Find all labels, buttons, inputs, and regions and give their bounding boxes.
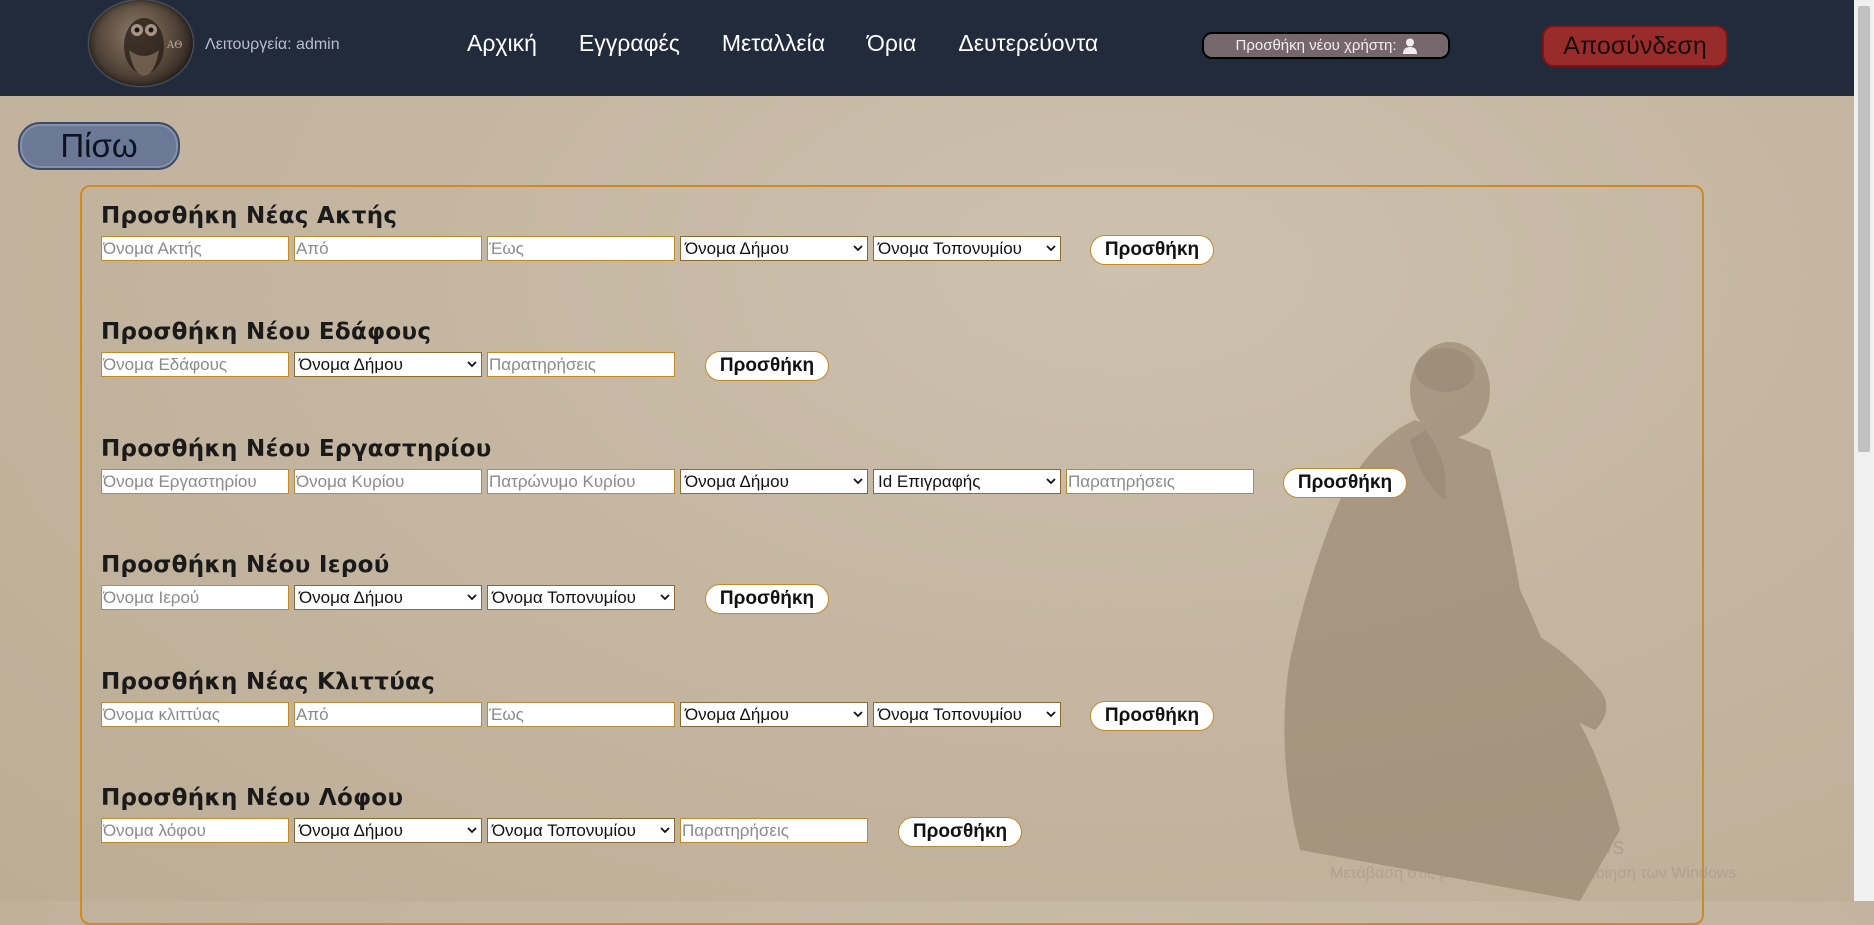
top-navbar: ΑΘ Λειτουργεία: admin Αρχική Εγγραφές Με… [0, 0, 1854, 96]
section-add-hill: Προσθήκη Νέου Λόφου Όνομα Δήμου Όνομα Το… [101, 785, 1022, 847]
section-title: Προσθήκη Νέας Κλιττύας [101, 669, 436, 695]
windows-activation-watermark: Ενεργοποιήστε τα Windows Μετάβαση στις ρ… [1330, 833, 1741, 883]
select-value: Όνομα Δήμου [685, 472, 789, 491]
select-value: Όνομα Δήμου [685, 705, 789, 724]
watermark-title: Ενεργοποιήστε τα Windows [1330, 833, 1625, 860]
notes-input[interactable] [1066, 469, 1254, 494]
section-add-workshop: Προσθήκη Νέου Εργαστηρίου Όνομα Δήμου Id… [101, 436, 1407, 498]
chevron-down-icon [1046, 478, 1056, 485]
scrollbar-thumb[interactable] [1858, 6, 1870, 452]
to-input[interactable] [487, 236, 675, 261]
select-value: Όνομα Τοπονυμίου [878, 239, 1022, 258]
add-user-button[interactable]: Προσθήκη νέου χρήστη: [1202, 32, 1450, 59]
chevron-down-icon [1046, 245, 1056, 252]
section-add-soil: Προσθήκη Νέου Εδάφους Όνομα Δήμου Προσθή… [101, 319, 829, 381]
role-label: Λειτουργεία: admin [205, 36, 340, 53]
select-value: Όνομα Δήμου [299, 821, 403, 840]
municipality-select[interactable]: Όνομα Δήμου [680, 236, 868, 261]
chevron-down-icon [660, 827, 670, 834]
add-hill-button[interactable]: Προσθήκη [898, 817, 1022, 847]
section-add-sanctuary: Προσθήκη Νέου Ιερού Όνομα Δήμου Όνομα Το… [101, 552, 829, 614]
svg-text:ΑΘ: ΑΘ [166, 40, 182, 51]
owner-name-input[interactable] [294, 469, 482, 494]
select-value: Όνομα Τοπονυμίου [878, 705, 1022, 724]
chevron-down-icon [1046, 711, 1056, 718]
watermark-subtitle: Μετάβαση στις ρυθμίσεις για ενεργοποίηση… [1330, 865, 1741, 882]
nav-home[interactable]: Αρχική [467, 30, 537, 57]
chevron-down-icon [853, 478, 863, 485]
municipality-select[interactable]: Όνομα Δήμου [680, 702, 868, 727]
workshop-name-input[interactable] [101, 469, 289, 494]
select-value: Όνομα Τοπονυμίου [492, 821, 636, 840]
user-icon [1402, 38, 1417, 54]
section-add-slope: Προσθήκη Νέας Κλιττύας Όνομα Δήμου Όνομα… [101, 669, 1214, 731]
owl-coin-logo[interactable]: ΑΘ [89, 0, 193, 86]
owner-patronymic-input[interactable] [487, 469, 675, 494]
main-nav: Αρχική Εγγραφές Μεταλλεία Όρια Δευτερεύο… [467, 30, 1098, 57]
section-title: Προσθήκη Νέου Εδάφους [101, 319, 432, 345]
vertical-scrollbar[interactable] [1854, 0, 1874, 901]
nav-mines[interactable]: Μεταλλεία [722, 30, 825, 57]
add-sanctuary-button[interactable]: Προσθήκη [705, 584, 829, 614]
nav-records[interactable]: Εγγραφές [579, 30, 680, 57]
logout-button[interactable]: Αποσύνδεση [1542, 25, 1728, 67]
section-title: Προσθήκη Νέου Εργαστηρίου [101, 436, 492, 462]
coast-name-input[interactable] [101, 236, 289, 261]
toponym-select[interactable]: Όνομα Τοπονυμίου [487, 818, 675, 843]
slope-name-input[interactable] [101, 702, 289, 727]
select-value: Όνομα Δήμου [299, 588, 403, 607]
nav-boundaries[interactable]: Όρια [867, 30, 916, 57]
back-button[interactable]: Πίσω [18, 122, 180, 170]
toponym-select[interactable]: Όνομα Τοπονυμίου [873, 702, 1061, 727]
notes-input[interactable] [487, 352, 675, 377]
chevron-down-icon [467, 594, 477, 601]
add-workshop-button[interactable]: Προσθήκη [1283, 468, 1407, 498]
toponym-select[interactable]: Όνομα Τοπονυμίου [873, 236, 1061, 261]
to-input[interactable] [487, 702, 675, 727]
select-value: Id Επιγραφής [878, 472, 981, 491]
add-slope-button[interactable]: Προσθήκη [1090, 701, 1214, 731]
chevron-down-icon [660, 594, 670, 601]
notes-input[interactable] [680, 818, 868, 843]
municipality-select[interactable]: Όνομα Δήμου [294, 818, 482, 843]
add-soil-button[interactable]: Προσθήκη [705, 351, 829, 381]
municipality-select[interactable]: Όνομα Δήμου [294, 352, 482, 377]
section-title: Προσθήκη Νέου Λόφου [101, 785, 404, 811]
section-title: Προσθήκη Νέου Ιερού [101, 552, 390, 578]
inscription-id-select[interactable]: Id Επιγραφής [873, 469, 1061, 494]
select-value: Όνομα Δήμου [299, 355, 403, 374]
toponym-select[interactable]: Όνομα Τοπονυμίου [487, 585, 675, 610]
chevron-down-icon [853, 711, 863, 718]
chevron-down-icon [853, 245, 863, 252]
chevron-down-icon [467, 361, 477, 368]
select-value: Όνομα Δήμου [685, 239, 789, 258]
soil-name-input[interactable] [101, 352, 289, 377]
nav-secondary[interactable]: Δευτερεύοντα [958, 30, 1098, 57]
section-add-coast: Προσθήκη Νέας Ακτής Όνομα Δήμου Όνομα Το… [101, 203, 1214, 265]
add-coast-button[interactable]: Προσθήκη [1090, 235, 1214, 265]
from-input[interactable] [294, 236, 482, 261]
from-input[interactable] [294, 702, 482, 727]
sanctuary-name-input[interactable] [101, 585, 289, 610]
section-title: Προσθήκη Νέας Ακτής [101, 203, 398, 229]
add-user-label: Προσθήκη νέου χρήστη: [1235, 37, 1397, 54]
chevron-down-icon [467, 827, 477, 834]
municipality-select[interactable]: Όνομα Δήμου [294, 585, 482, 610]
municipality-select[interactable]: Όνομα Δήμου [680, 469, 868, 494]
hill-name-input[interactable] [101, 818, 289, 843]
select-value: Όνομα Τοπονυμίου [492, 588, 636, 607]
